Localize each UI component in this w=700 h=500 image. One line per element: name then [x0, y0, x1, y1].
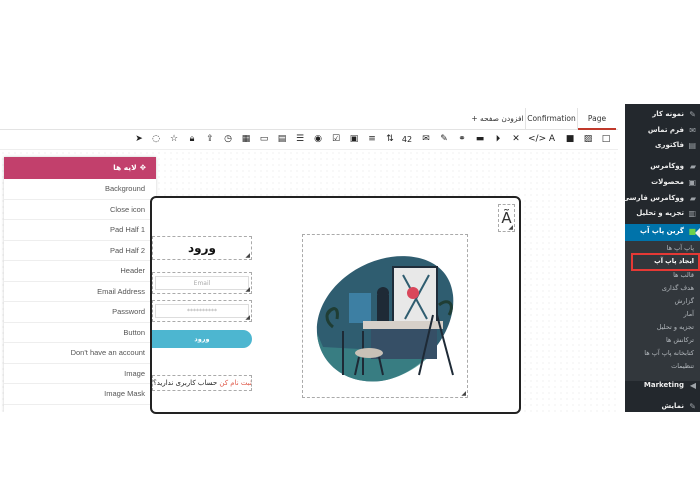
tab-add-page[interactable]: + افزودن صفحه — [470, 108, 525, 130]
signup-question: حساب کاربری ندارید؟ — [153, 379, 218, 387]
layer-item[interactable]: Close icon — [4, 200, 156, 220]
admin-menu-invoice[interactable]: فاکتوری ▤ — [655, 141, 696, 150]
megaphone-icon: ◀ — [689, 381, 696, 390]
submenu-item[interactable]: هدف گذاری — [662, 284, 694, 292]
password-field[interactable]: ********** ◢ — [152, 300, 252, 322]
calendar-icon[interactable]: ▦ — [240, 133, 252, 146]
link-icon[interactable]: ⚭ — [456, 133, 468, 146]
send-icon[interactable]: ➤ — [133, 133, 145, 146]
layers-panel: لایه ها ✥ Background Close icon Pad Half … — [4, 157, 156, 412]
resize-handle-icon[interactable]: ◢ — [245, 315, 250, 321]
admin-menu-woo-persian[interactable]: ووکامرس فارسی ▰ — [625, 194, 696, 203]
image-element[interactable]: ◢ — [302, 234, 468, 398]
password-input[interactable]: ********** — [155, 304, 249, 318]
resize-handle-icon[interactable]: ◢ — [508, 225, 513, 231]
admin-menu-contact-form[interactable]: فرم تماس ✉ — [648, 126, 696, 135]
clock-icon[interactable]: ◷ — [222, 133, 234, 146]
tab-page[interactable]: Page — [578, 108, 616, 130]
square-icon[interactable]: □ — [600, 133, 612, 146]
signup-text[interactable]: ثبت نام کن حساب کاربری ندارید؟ — [152, 375, 252, 391]
submenu-item[interactable]: ترکانش ها — [666, 336, 694, 344]
radio-icon[interactable]: ◉ — [312, 133, 324, 146]
highlight-box — [631, 253, 700, 271]
layer-item[interactable]: Background — [4, 179, 156, 200]
login-button[interactable]: ورود — [152, 330, 252, 348]
image-icon[interactable]: ▨ — [582, 133, 594, 146]
viewport: + افزودن صفحه Confirmation Page ➤ ◌ ☆ 🔒︎… — [0, 0, 700, 500]
resize-handle-icon[interactable]: ◢ — [245, 253, 250, 259]
image-gallery-icon[interactable]: ▤ — [276, 133, 288, 146]
upload-icon[interactable]: ⇪ — [204, 133, 216, 146]
tab-bar: + افزودن صفحه Confirmation Page — [0, 104, 618, 130]
camera-icon[interactable]: ■ — [564, 133, 576, 146]
align-icon[interactable]: ≡ — [366, 133, 378, 146]
close-icon[interactable]: Ã ◢ — [498, 204, 515, 232]
popup-title[interactable]: ورود ◢ — [152, 236, 252, 260]
layer-item[interactable]: Password — [4, 302, 156, 323]
woo-icon: ▰ — [689, 194, 696, 203]
move-icon[interactable]: ✥ — [140, 157, 146, 179]
admin-menu-green-popup[interactable]: گرین پاپ آپ ■ — [640, 227, 696, 236]
lock-icon[interactable]: 🔒︎ — [186, 133, 198, 146]
signup-link[interactable]: ثبت نام کن — [219, 379, 251, 387]
submenu-item[interactable]: کتابخانه پاپ آپ ها — [644, 349, 694, 357]
eye-off-icon[interactable]: ◌ — [150, 133, 162, 146]
resize-handle-icon[interactable]: ◢ — [245, 287, 250, 293]
layer-item[interactable]: Pad Half 2 — [4, 241, 156, 261]
document-icon: ▤ — [688, 141, 696, 150]
submenu-item[interactable]: قالب ها — [673, 271, 694, 279]
layer-item[interactable]: Button — [4, 323, 156, 343]
email-field[interactable]: Email ◢ — [152, 272, 252, 294]
admin-menu-marketing[interactable]: Marketing ◀ — [644, 381, 696, 390]
admin-sidebar: نمونه کار ✎ فرم تماس ✉ فاکتوری ▤ ووکامرس ▰ م… — [625, 104, 700, 412]
code-icon[interactable]: </> — [528, 133, 546, 146]
text-icon[interactable]: A — [546, 133, 558, 146]
admin-menu-analytics[interactable]: تجزیه و تحلیل ▥ — [636, 209, 696, 218]
chart-icon: ▥ — [688, 209, 696, 218]
submenu-item[interactable]: گزارش — [674, 297, 694, 305]
popup-canvas[interactable]: ورود ◢ Email ◢ ********** ◢ ورود ثبت نام کن… — [150, 196, 521, 414]
admin-menu-woocommerce[interactable]: ووکامرس ▰ — [650, 162, 696, 171]
submenu-item[interactable]: تجزیه و تحلیل — [657, 323, 694, 331]
layer-item[interactable]: Image — [4, 364, 156, 384]
layers-header[interactable]: لایه ها ✥ — [4, 157, 156, 179]
woo-icon: ▰ — [689, 162, 696, 171]
layer-item[interactable]: Header — [4, 261, 156, 282]
tab-confirmation[interactable]: Confirmation — [525, 108, 578, 130]
sort-icon[interactable]: ⇅ — [384, 133, 396, 146]
mail-icon[interactable]: ✉ — [420, 133, 432, 146]
close-icon[interactable]: ✕ — [510, 133, 522, 146]
element-toolbar: ➤ ◌ ☆ 🔒︎ ⇪ ◷ ▦ ▭ ▤ ☰ ◉ ☑ ▣ ≡ ⇅ 42 ✉ ✎ ⚭ … — [0, 130, 618, 150]
layer-item[interactable]: Don't have an account — [4, 343, 156, 364]
submenu-item[interactable]: پاپ آپ ها — [667, 244, 694, 252]
illustration-image — [316, 256, 454, 382]
layers-title: لایه ها — [113, 163, 137, 172]
layer-item[interactable]: Email Address — [4, 282, 156, 302]
archive-icon: ▣ — [688, 178, 696, 187]
brush-icon: ✎ — [689, 402, 696, 411]
list-icon[interactable]: ☰ — [294, 133, 306, 146]
mail-icon: ✉ — [689, 126, 696, 135]
admin-menu-appearance[interactable]: نمایش ✎ — [662, 402, 696, 411]
layer-item[interactable]: Pad Half 1 — [4, 220, 156, 241]
star-icon[interactable]: ☆ — [168, 133, 180, 146]
checkbox-icon[interactable]: ☑ — [330, 133, 342, 146]
submenu-item[interactable]: آمار — [684, 310, 694, 318]
brush-icon[interactable]: ✎ — [438, 133, 450, 146]
layer-item[interactable]: Image Mask — [4, 384, 156, 405]
popup-title-text: ورود — [188, 241, 216, 255]
plugin-icon: ■ — [688, 227, 696, 236]
admin-menu-products[interactable]: محصولات ▣ — [651, 178, 696, 187]
font-size-value[interactable]: 42 — [401, 133, 413, 146]
play-icon[interactable]: ▣ — [348, 133, 360, 146]
video-icon[interactable]: ⏵ — [492, 133, 504, 146]
email-input[interactable]: Email — [155, 276, 249, 290]
submenu-item[interactable]: تنظیمات — [671, 362, 694, 370]
admin-menu-portfolio[interactable]: نمونه کار ✎ — [652, 110, 696, 119]
resize-handle-icon[interactable]: ◢ — [461, 391, 466, 397]
divider-icon[interactable]: ▬ — [474, 133, 486, 146]
input-icon[interactable]: ▭ — [258, 133, 270, 146]
pin-icon: ✎ — [689, 110, 696, 119]
